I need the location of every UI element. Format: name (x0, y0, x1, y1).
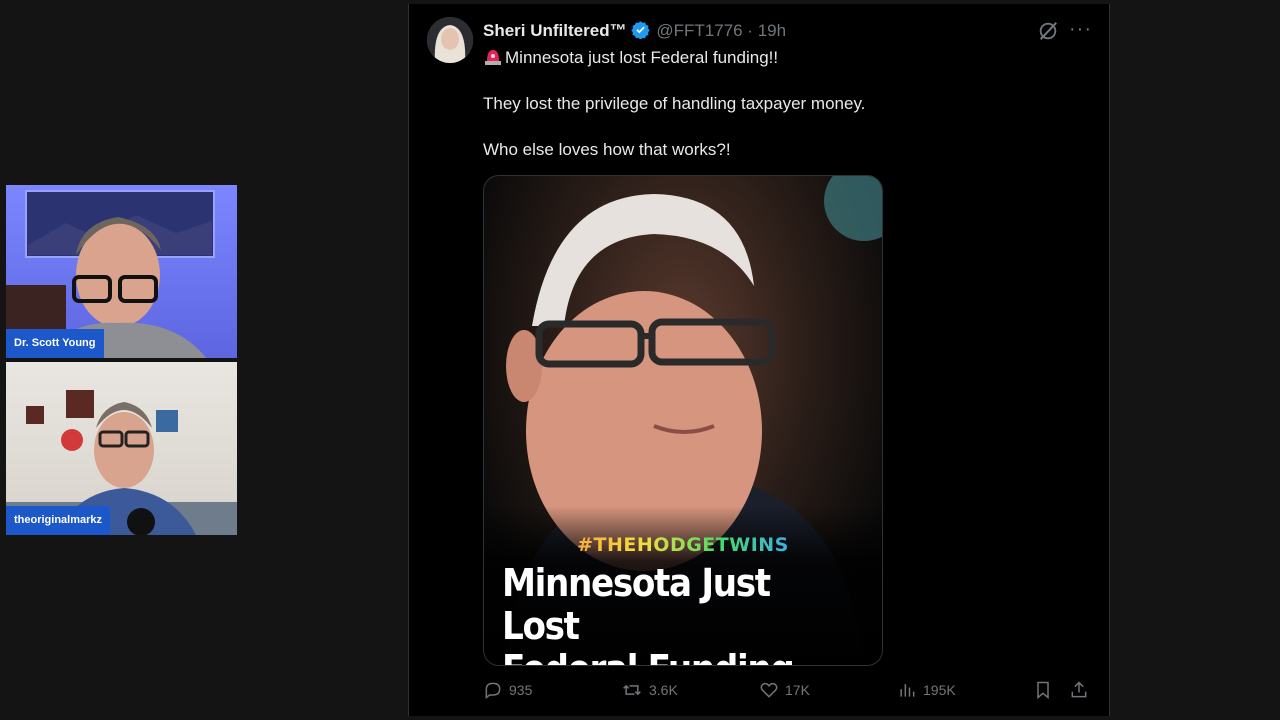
participant-name: theoriginalmarkz (6, 506, 111, 535)
views-count: 195K (923, 682, 956, 698)
repost-count: 3.6K (649, 682, 678, 698)
separator-dot: · (747, 21, 753, 40)
author-avatar[interactable] (427, 17, 473, 63)
author-handle[interactable]: @FFT1776 (656, 21, 742, 40)
bookmark-button[interactable] (1033, 680, 1053, 700)
repost-icon (621, 680, 643, 700)
tweet-image[interactable]: #THEHODGETWINS Minnesota Just Lost Feder… (483, 175, 883, 666)
tweet-timestamp[interactable]: 19h (758, 21, 786, 40)
bookmark-icon (1033, 680, 1053, 700)
more-icon[interactable]: ··· (1069, 18, 1092, 41)
siren-emoji-icon (483, 46, 503, 66)
image-headline: Minnesota Just Lost Federal Funding (502, 562, 835, 666)
video-tile-scott-young[interactable]: Dr. Scott Young (6, 185, 237, 358)
tweet-actions: 935 3.6K 17K 195K (483, 680, 1093, 704)
reply-icon (483, 680, 503, 700)
image-hashtag: #THEHODGETWINS (484, 534, 882, 556)
participant-name: Dr. Scott Young (6, 329, 104, 358)
tweet-line-3: Who else loves how that works?! (483, 140, 731, 159)
like-button[interactable]: 17K (759, 680, 810, 700)
tweet-line-2: They lost the privilege of handling taxp… (483, 94, 866, 113)
video-tile-theoriginalmarkz[interactable]: theoriginalmarkz (6, 362, 237, 535)
author-display-name[interactable]: Sheri Unfiltered™ (483, 21, 627, 40)
reply-button[interactable]: 935 (483, 680, 532, 700)
tweet-text: Minnesota just lost Federal funding!! Th… (483, 46, 1043, 185)
views-chart-icon (897, 680, 917, 700)
views-button[interactable]: 195K (897, 680, 956, 700)
avatar-photo (427, 17, 473, 63)
verified-badge-icon (630, 20, 650, 44)
tweet-header: Sheri Unfiltered™ @FFT1776 · 19h (483, 20, 786, 44)
tweet-line-1-text: Minnesota just lost Federal funding!! (505, 48, 779, 67)
heart-icon (759, 680, 779, 700)
like-count: 17K (785, 682, 810, 698)
repost-button[interactable]: 3.6K (621, 680, 678, 700)
image-headline-line-1: Minnesota Just Lost (502, 561, 771, 648)
share-icon (1069, 680, 1089, 700)
grok-icon[interactable] (1037, 20, 1059, 47)
share-button[interactable] (1069, 680, 1089, 700)
reply-count: 935 (509, 682, 533, 698)
tweet-card[interactable]: Sheri Unfiltered™ @FFT1776 · 19h ··· Min… (408, 4, 1110, 716)
tweet-line-1: Minnesota just lost Federal funding!! (483, 46, 1043, 69)
image-headline-line-2: Federal Funding (502, 648, 835, 666)
